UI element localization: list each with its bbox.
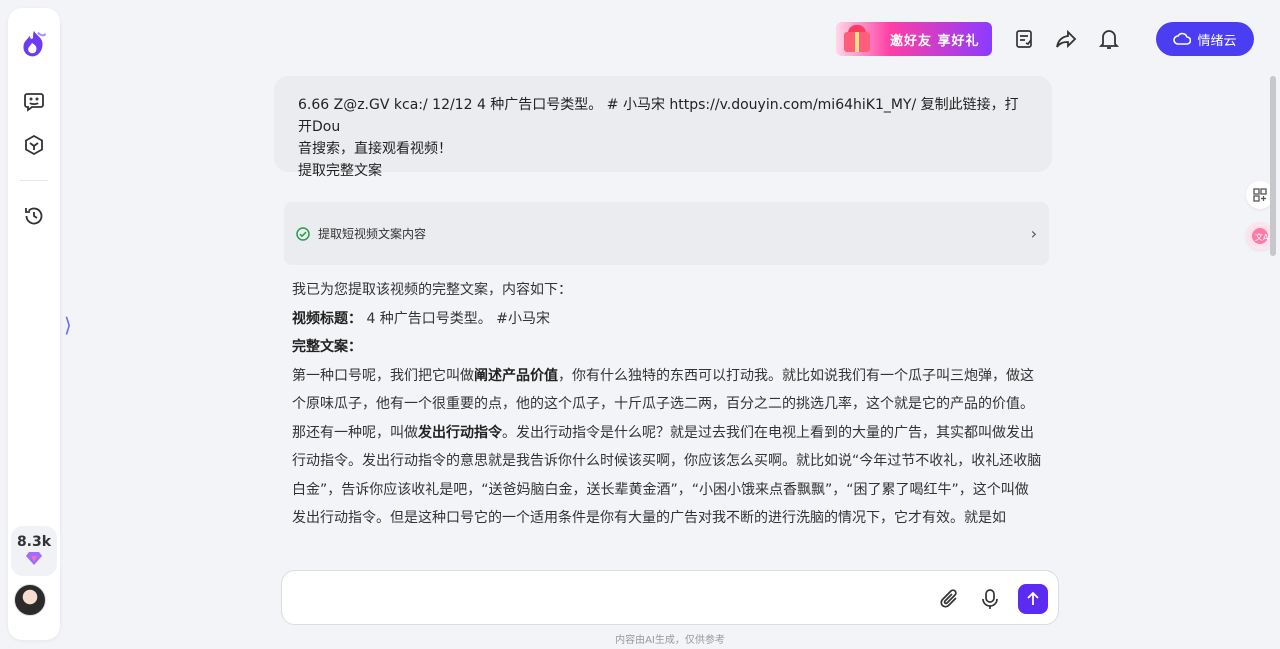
- credits-count: 8.3k: [16, 534, 52, 550]
- credits-badge[interactable]: 8.3k: [11, 526, 57, 576]
- promo-text: 邀好友 享好礼: [890, 33, 980, 49]
- user-message-line: 音搜索，直接观看视频！: [298, 141, 452, 157]
- cloud-icon: [1173, 32, 1192, 45]
- scrollbar-thumb[interactable]: [1270, 76, 1276, 256]
- attachment-icon[interactable]: [937, 587, 961, 611]
- ai-disclaimer: 内容由AI生成，仅供参考: [615, 635, 725, 646]
- user-avatar[interactable]: [14, 584, 46, 616]
- emotion-cloud-label: 情绪云: [1197, 33, 1237, 49]
- expand-sidebar-icon[interactable]: ⟩: [64, 313, 72, 337]
- answer-intro: 我已为您提取该视频的完整文案，内容如下：: [292, 282, 572, 298]
- user-message-line: 提取完整文案: [298, 163, 382, 179]
- new-chat-icon[interactable]: [18, 86, 50, 118]
- bell-icon[interactable]: [1096, 26, 1122, 52]
- cube-icon[interactable]: [18, 129, 50, 161]
- chevron-right-icon: ›: [1030, 224, 1037, 243]
- notes-icon[interactable]: [1011, 26, 1037, 52]
- message-composer: [281, 570, 1059, 625]
- answer-bold: 发出行动指令: [418, 424, 502, 441]
- message-input[interactable]: [298, 585, 918, 611]
- sidebar-divider: [20, 180, 48, 181]
- user-message-bubble: 6.66 Z@z.GV kca:/ 12/12 4 种广告口号类型。 # 小马宋…: [274, 76, 1052, 179]
- invite-promo-banner[interactable]: 邀好友 享好礼: [836, 22, 992, 56]
- check-circle-icon: [296, 226, 310, 241]
- answer-title-line: 视频标题： 4 种广告口号类型。 #小马宋: [292, 305, 1042, 334]
- svg-text:文A: 文A: [1255, 232, 1269, 242]
- answer-paragraph-2: 那还有一种呢，叫做发出行动指令。发出行动指令是什么呢？就是过去我们在电视上看到的…: [292, 419, 1042, 533]
- answer-full-label-line: 完整文案：: [292, 333, 1042, 362]
- assistant-answer: 我已为您提取该视频的完整文案，内容如下： 视频标题： 4 种广告口号类型。 #小…: [292, 276, 1042, 548]
- answer-text: 第一种口号呢，我们把它叫做: [292, 367, 474, 384]
- answer-title-label: 视频标题：: [292, 310, 362, 327]
- answer-paragraph-1: 第一种口号呢，我们把它叫做阐述产品价值，你有什么独特的东西可以打动我。就比如说我…: [292, 362, 1042, 419]
- tool-step-card[interactable]: 提取短视频文案内容 ›: [284, 202, 1049, 265]
- microphone-icon[interactable]: [978, 587, 1002, 611]
- gift-icon: [836, 22, 876, 56]
- tool-step-label: 提取短视频文案内容: [318, 227, 427, 241]
- answer-text: 那还有一种呢，叫做: [292, 424, 418, 441]
- flame-logo-icon[interactable]: [18, 28, 50, 60]
- arrow-up-icon: [1027, 591, 1039, 605]
- send-button[interactable]: [1018, 584, 1048, 614]
- diamond-icon: [26, 552, 42, 565]
- history-icon[interactable]: [18, 200, 50, 232]
- left-sidebar: 8.3k: [8, 8, 60, 640]
- share-icon[interactable]: [1053, 26, 1079, 52]
- emotion-cloud-button[interactable]: 情绪云: [1156, 22, 1254, 56]
- answer-title-value: 4 种广告口号类型。 #小马宋: [362, 310, 550, 327]
- user-message-line: 6.66 Z@z.GV kca:/ 12/12 4 种广告口号类型。 # 小马宋…: [298, 97, 1019, 135]
- answer-bold: 阐述产品价值: [474, 367, 558, 384]
- answer-full-label: 完整文案：: [292, 339, 362, 355]
